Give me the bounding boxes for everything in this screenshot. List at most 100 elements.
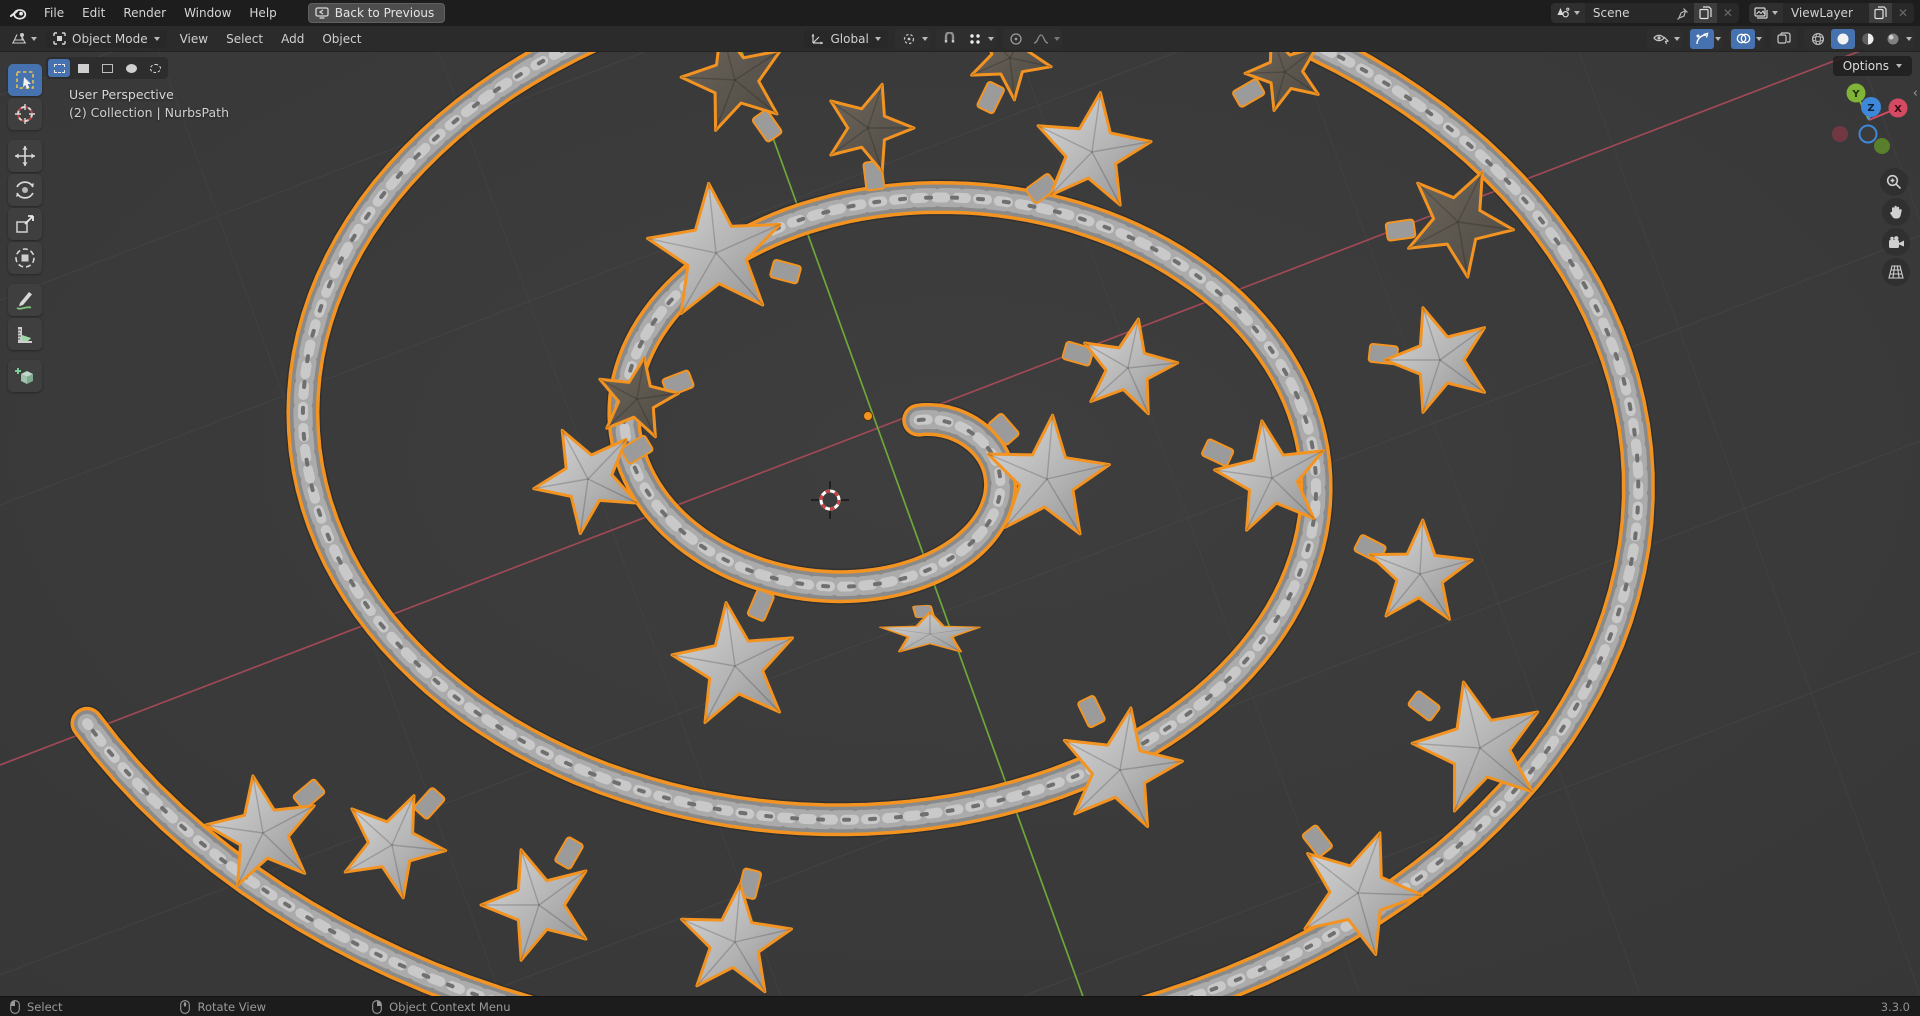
toggle-xray[interactable] [1772, 29, 1796, 49]
camera-view-button[interactable] [1882, 228, 1910, 256]
camera-icon [1888, 235, 1904, 248]
navigation-widget: Y Z X [1832, 80, 1912, 286]
scene-name[interactable]: Scene [1585, 6, 1671, 20]
chevron-down-icon [921, 36, 928, 41]
tool-move-button[interactable] [8, 140, 42, 172]
select-extend-button[interactable] [72, 59, 94, 77]
menu-edit[interactable]: Edit [73, 3, 114, 23]
menu-add[interactable]: Add [272, 29, 313, 49]
tool-scale-button[interactable] [8, 208, 42, 240]
viewport-3d[interactable] [0, 0, 1920, 1016]
overlays-icon [1736, 33, 1750, 44]
select-intersect-icon [149, 63, 161, 73]
shading-material-button[interactable] [1856, 29, 1880, 49]
tool-select-box-button[interactable] [8, 64, 42, 96]
tool-measure-icon [18, 327, 32, 343]
proportional-falloff-dropdown[interactable] [1029, 29, 1053, 49]
mode-dropdown[interactable]: Object Mode [46, 29, 167, 48]
remove-viewlayer-button[interactable]: ✕ [1892, 6, 1914, 20]
gizmo-minus-y[interactable] [1874, 138, 1890, 154]
new-viewlayer-button[interactable] [1868, 3, 1892, 23]
menu-help[interactable]: Help [240, 3, 285, 23]
viewlayer-name[interactable]: ViewLayer [1783, 6, 1869, 20]
show-overlays-toggle[interactable] [1731, 28, 1755, 49]
orientation-label: Global [830, 31, 869, 46]
blender-logo-icon[interactable] [10, 5, 27, 22]
select-intersect-button[interactable] [144, 59, 166, 77]
shading-wireframe-button[interactable] [1806, 29, 1830, 49]
chevron-down-icon [1053, 36, 1060, 41]
viewlayer-icon [1754, 6, 1768, 19]
pivot-point-dropdown[interactable] [897, 29, 921, 49]
toggle-perspective-button[interactable] [1882, 258, 1910, 286]
chevron-down-icon [31, 36, 37, 41]
tool-annotate-button[interactable] [8, 284, 42, 316]
zoom-view-button[interactable] [1880, 168, 1908, 196]
duplicate-icon [1699, 6, 1712, 20]
back-to-previous-label: Back to Previous [334, 6, 435, 20]
status-rotate-view: Rotate View [180, 1000, 266, 1014]
select-invert-button[interactable] [120, 59, 142, 77]
pan-view-button[interactable] [1882, 198, 1910, 226]
top-bar: File Edit Render Window Help Back to Pre… [0, 0, 1920, 26]
menu-file[interactable]: File [35, 3, 73, 23]
unlink-scene-button[interactable]: ✕ [1717, 6, 1739, 20]
sidebar-collapse-arrow[interactable]: ‹ [1913, 86, 1918, 101]
tool-select-box-icon [16, 71, 34, 89]
status-select-label: Select [27, 999, 63, 1014]
options-label: Options [1842, 59, 1889, 73]
xray-icon [1777, 32, 1791, 44]
tool-move-icon [15, 146, 35, 166]
object-type-visibility-dropdown[interactable] [1649, 29, 1673, 49]
tool-annotate-icon [16, 292, 32, 310]
options-dropdown[interactable]: Options [1832, 56, 1912, 76]
chevron-down-icon [1771, 11, 1778, 15]
tool-transform-button[interactable] [8, 242, 42, 274]
view-perspective-label: User Perspective [69, 87, 174, 102]
viewlayer-browse-button[interactable] [1748, 3, 1783, 23]
mouse-middle-icon [180, 999, 191, 1014]
shading-solid-button[interactable] [1831, 28, 1855, 49]
tool-add-cube-button[interactable] [8, 360, 42, 392]
menu-render[interactable]: Render [114, 3, 175, 23]
back-to-previous-button[interactable]: Back to Previous [307, 3, 446, 23]
tool-shelf [8, 64, 42, 392]
chevron-down-icon [1906, 36, 1912, 41]
transform-orientation-dropdown[interactable]: Global [803, 29, 888, 48]
viewlayer-selector: ViewLayer ✕ [1748, 3, 1914, 23]
show-gizmo-toggle[interactable] [1690, 28, 1714, 49]
menu-view[interactable]: View [171, 29, 217, 49]
chevron-down-icon [153, 36, 160, 41]
snap-target-dropdown[interactable] [963, 29, 987, 49]
tool-cursor-icon [15, 104, 35, 124]
blender-window: { "topbar": { "menus": ["File", "Edit", … [0, 0, 1920, 1016]
select-subtract-icon [101, 63, 113, 73]
chevron-down-icon [874, 36, 881, 41]
tool-measure-button[interactable] [8, 318, 42, 350]
tool-rotate-button[interactable] [8, 174, 42, 206]
material-sphere-icon [1862, 33, 1874, 44]
snap-toggle[interactable] [938, 29, 962, 49]
proportional-editing-toggle[interactable] [1004, 29, 1028, 49]
menu-window[interactable]: Window [175, 3, 240, 23]
chevron-down-icon [1674, 36, 1680, 41]
orientation-gizmo[interactable]: Y Z X [1832, 80, 1912, 160]
pin-scene-button[interactable] [1671, 3, 1694, 23]
gizmo-minus-z[interactable] [1858, 124, 1878, 144]
status-select: Select [10, 1000, 62, 1014]
mode-label: Object Mode [72, 31, 148, 46]
tool-cursor-button[interactable] [8, 98, 42, 130]
gizmo-z-label: Z [1867, 103, 1874, 114]
menu-select[interactable]: Select [217, 29, 272, 49]
menu-object[interactable]: Object [313, 29, 370, 49]
shading-rendered-button[interactable] [1881, 29, 1905, 49]
select-subtract-button[interactable] [96, 59, 118, 77]
status-context-menu-label: Object Context Menu [389, 999, 511, 1014]
status-context-menu: Object Context Menu [372, 1000, 510, 1014]
scene-browse-button[interactable] [1550, 3, 1585, 23]
select-set-button[interactable] [48, 59, 70, 77]
new-scene-button[interactable] [1693, 3, 1717, 23]
chevron-down-icon [987, 36, 994, 41]
gizmo-minus-x[interactable] [1832, 126, 1848, 142]
editor-type-button[interactable] [6, 30, 42, 48]
